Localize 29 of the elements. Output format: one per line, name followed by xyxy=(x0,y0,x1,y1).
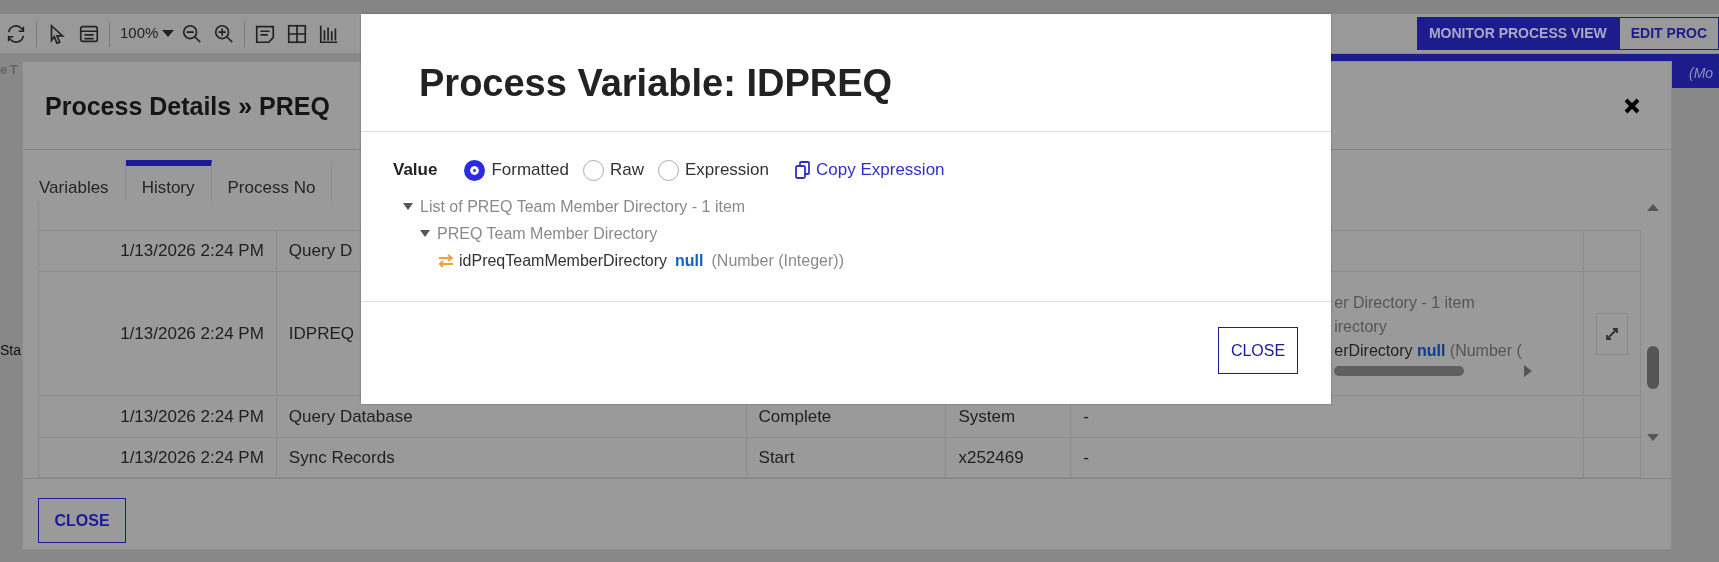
table-cell: 1/13/2026 2:24 PM xyxy=(39,231,277,271)
field-label: Value xyxy=(393,159,438,182)
tab[interactable]: Process No xyxy=(211,160,333,201)
radio-option[interactable]: Expression xyxy=(657,157,770,183)
radio-option[interactable]: Raw xyxy=(582,157,644,183)
table-cell: 1/13/2026 2:24 PM xyxy=(39,396,277,437)
dialog-title: Process Details » PREQ xyxy=(45,90,330,121)
value-preview-line: er Directory - 1 item xyxy=(1334,292,1476,313)
table-cell: Sync Records xyxy=(276,438,747,477)
close-button[interactable]: CLOSE xyxy=(1218,327,1298,374)
side-text: Sta xyxy=(0,341,21,360)
value-preview-line: irectory xyxy=(1334,316,1388,337)
copy-link[interactable]: Copy Expression xyxy=(795,157,945,183)
table-cell: Start xyxy=(746,438,947,477)
dialog-title: Process Variable: IDPREQ xyxy=(419,61,893,107)
table-cell: x252469 xyxy=(946,438,1072,477)
close-button[interactable]: CLOSE xyxy=(38,498,126,543)
zoom-dropdown[interactable]: 100% xyxy=(120,22,175,45)
tab[interactable]: Variables xyxy=(23,160,126,201)
radio-option[interactable]: Formatted xyxy=(464,157,569,183)
view-toggle-button[interactable]: EDIT PROC xyxy=(1618,17,1719,50)
view-toggle-button[interactable]: MONITOR PROCESS VIEW xyxy=(1416,17,1619,50)
tree-item: List of PREQ Team Member Directory - 1 item xyxy=(420,196,746,217)
value-preview-line: erDirectory null (Number ( xyxy=(1334,340,1523,361)
table-cell: 1/13/2026 2:24 PM xyxy=(39,438,277,477)
tab[interactable]: History xyxy=(125,160,212,201)
subheader-text: (Mo xyxy=(1672,61,1719,88)
table-cell: 1/13/2026 2:24 PM xyxy=(39,272,277,395)
table-cell: - xyxy=(1071,438,1585,477)
